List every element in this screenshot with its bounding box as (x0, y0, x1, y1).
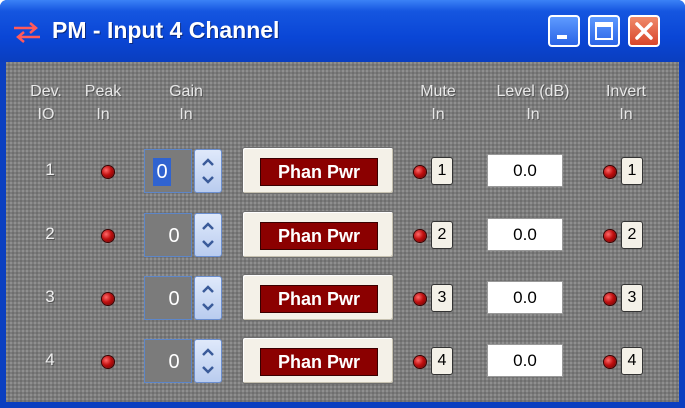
phantom-power-button[interactable]: Phan Pwr (242, 147, 394, 194)
phantom-power-button[interactable]: Phan Pwr (242, 337, 394, 384)
spinner-arrows-icon (202, 222, 214, 248)
window-title: PM - Input 4 Channel (52, 17, 280, 43)
invert-button[interactable]: 3 (621, 284, 643, 312)
header-level-line2: In (526, 106, 540, 123)
gain-value[interactable]: 0 (165, 348, 183, 376)
spinner-arrows-icon (202, 158, 214, 184)
close-icon (635, 22, 653, 40)
gain-spinner[interactable] (194, 149, 222, 193)
peak-led (102, 230, 114, 242)
spinner-arrows-icon (202, 285, 214, 311)
level-field[interactable]: 0.0 (487, 281, 563, 314)
header-level-in: Level (dB) In (478, 80, 588, 126)
maximize-button[interactable] (588, 15, 620, 47)
invert-button[interactable]: 1 (621, 157, 643, 185)
spinner-arrows-icon (202, 348, 214, 374)
header-peak-in: Peak In (78, 80, 128, 126)
gain-field[interactable]: 0 (144, 213, 192, 257)
header-level-line1: Level (dB) (496, 83, 570, 100)
close-button[interactable] (628, 15, 660, 47)
channel-panel: Dev. IO Peak In Gain In Mute In Level (d… (6, 62, 679, 402)
gain-value[interactable]: 0 (165, 222, 183, 250)
header-invert-in: Invert In (596, 80, 656, 126)
level-field[interactable]: 0.0 (487, 154, 563, 187)
header-dev-io: Dev. IO (20, 80, 72, 126)
peak-led (102, 166, 114, 178)
invert-led (604, 230, 616, 242)
arrows-exchange-icon (14, 22, 40, 43)
peak-led (102, 356, 114, 368)
mute-led (414, 230, 426, 242)
header-dev-line2: IO (37, 106, 55, 123)
peak-led (102, 293, 114, 305)
invert-led (604, 356, 616, 368)
phantom-power-button[interactable]: Phan Pwr (242, 274, 394, 321)
level-field[interactable]: 0.0 (487, 218, 563, 251)
header-peak-line2: In (96, 106, 110, 123)
phantom-power-label: Phan Pwr (260, 285, 378, 313)
header-mute-line2: In (431, 106, 445, 123)
phantom-power-button[interactable]: Phan Pwr (242, 211, 394, 258)
header-dev-line1: Dev. (30, 83, 62, 100)
header-invert-line2: In (619, 106, 633, 123)
invert-button[interactable]: 2 (621, 221, 643, 249)
pm-input-window: PM - Input 4 Channel Dev. IO Peak In Gai… (0, 0, 685, 408)
header-peak-line1: Peak (84, 83, 122, 100)
header-gain-line2: In (179, 106, 193, 123)
title-bar[interactable]: PM - Input 4 Channel (0, 0, 685, 62)
header-gain-line1: Gain (169, 83, 203, 100)
maximize-icon (595, 22, 613, 40)
phantom-power-label: Phan Pwr (260, 348, 378, 376)
row-io-label: 4 (45, 350, 55, 369)
minimize-button[interactable] (548, 15, 580, 47)
mute-button[interactable]: 4 (431, 347, 453, 375)
minimize-icon (557, 35, 567, 39)
gain-spinner[interactable] (194, 276, 222, 320)
gain-field[interactable]: 0 (144, 339, 192, 383)
header-mute-line1: Mute (420, 83, 456, 100)
gain-spinner[interactable] (194, 339, 222, 383)
row-io-label: 1 (45, 160, 55, 179)
gain-field[interactable]: 0 (144, 149, 192, 193)
level-field[interactable]: 0.0 (487, 344, 563, 377)
mute-button[interactable]: 3 (431, 284, 453, 312)
gain-field[interactable]: 0 (144, 276, 192, 320)
header-gain-in: Gain In (156, 80, 216, 126)
row-io-label: 2 (45, 224, 55, 243)
invert-button[interactable]: 4 (621, 347, 643, 375)
gain-value[interactable]: 0 (165, 285, 183, 313)
invert-led (604, 293, 616, 305)
gain-spinner[interactable] (194, 213, 222, 257)
phantom-power-label: Phan Pwr (260, 158, 378, 186)
phantom-power-label: Phan Pwr (260, 222, 378, 250)
mute-led (414, 356, 426, 368)
row-io-label: 3 (45, 287, 55, 306)
gain-value[interactable]: 0 (153, 158, 171, 186)
header-mute-in: Mute In (408, 80, 468, 126)
mute-led (414, 166, 426, 178)
mute-button[interactable]: 1 (431, 157, 453, 185)
mute-led (414, 293, 426, 305)
header-invert-line1: Invert (605, 83, 646, 100)
mute-button[interactable]: 2 (431, 221, 453, 249)
invert-led (604, 166, 616, 178)
